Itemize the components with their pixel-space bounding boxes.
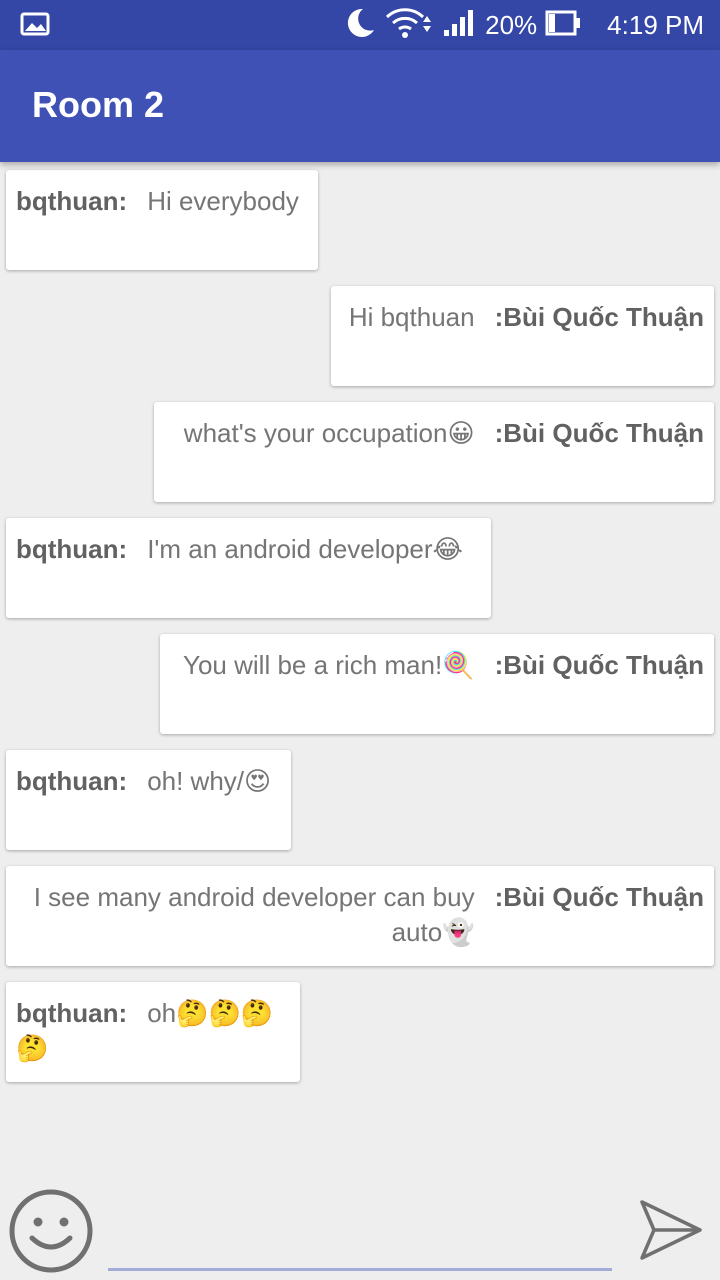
message-text: I'm an android developer😂 bbox=[147, 534, 463, 564]
app-bar: Room 2 bbox=[0, 50, 720, 162]
sender-name: :Bùi Quốc Thuận bbox=[494, 418, 704, 448]
moon-icon bbox=[343, 6, 377, 45]
signal-icon bbox=[443, 8, 477, 43]
status-bar: 20% 4:19 PM bbox=[0, 0, 720, 50]
sender-name: bqthuan: bbox=[16, 186, 128, 216]
sender-name: :Bùi Quốc Thuận bbox=[494, 302, 704, 332]
battery-icon bbox=[545, 10, 581, 41]
smiley-icon[interactable] bbox=[8, 1188, 94, 1279]
message-text: Hi bqthuan bbox=[348, 302, 475, 332]
message-text: You will be a rich man!🍭 bbox=[183, 650, 475, 680]
message-bubble[interactable]: bqthuan: Hi everybody bbox=[6, 170, 318, 270]
wifi-icon bbox=[385, 6, 435, 45]
message-text: Hi everybody bbox=[147, 186, 299, 216]
message-text: I see many android developer can buy aut… bbox=[33, 882, 475, 947]
sender-name: bqthuan: bbox=[16, 766, 128, 796]
message-bubble[interactable]: bqthuan: oh! why/😍 bbox=[6, 750, 291, 850]
message-bubble[interactable]: Hi bqthuan :Bùi Quốc Thuận bbox=[331, 286, 714, 386]
message-composer bbox=[0, 1180, 720, 1280]
gallery-icon bbox=[20, 12, 50, 41]
message-bubble[interactable]: bqthuan: oh🤔🤔🤔🤔 bbox=[6, 982, 300, 1082]
room-title: Room 2 bbox=[32, 84, 165, 125]
message-text: what's your occupation😀 bbox=[183, 418, 475, 448]
battery-percent: 20% bbox=[485, 9, 538, 40]
message-input[interactable] bbox=[108, 1210, 612, 1260]
message-text: oh! why/😍 bbox=[147, 766, 272, 796]
message-bubble[interactable]: You will be a rich man!🍭 :Bùi Quốc Thuận bbox=[160, 634, 714, 734]
sender-name: bqthuan: bbox=[16, 534, 128, 564]
sender-name: :Bùi Quốc Thuận bbox=[494, 882, 704, 912]
message-bubble[interactable]: what's your occupation😀 :Bùi Quốc Thuận bbox=[154, 402, 714, 502]
sender-name: :Bùi Quốc Thuận bbox=[494, 650, 704, 680]
sender-name: bqthuan: bbox=[16, 998, 128, 1028]
message-bubble[interactable]: bqthuan: I'm an android developer😂 bbox=[6, 518, 491, 618]
input-underline bbox=[108, 1268, 612, 1271]
message-bubble[interactable]: I see many android developer can buy aut… bbox=[6, 866, 714, 966]
clock: 4:19 PM bbox=[607, 9, 704, 40]
send-icon[interactable] bbox=[636, 1198, 704, 1267]
